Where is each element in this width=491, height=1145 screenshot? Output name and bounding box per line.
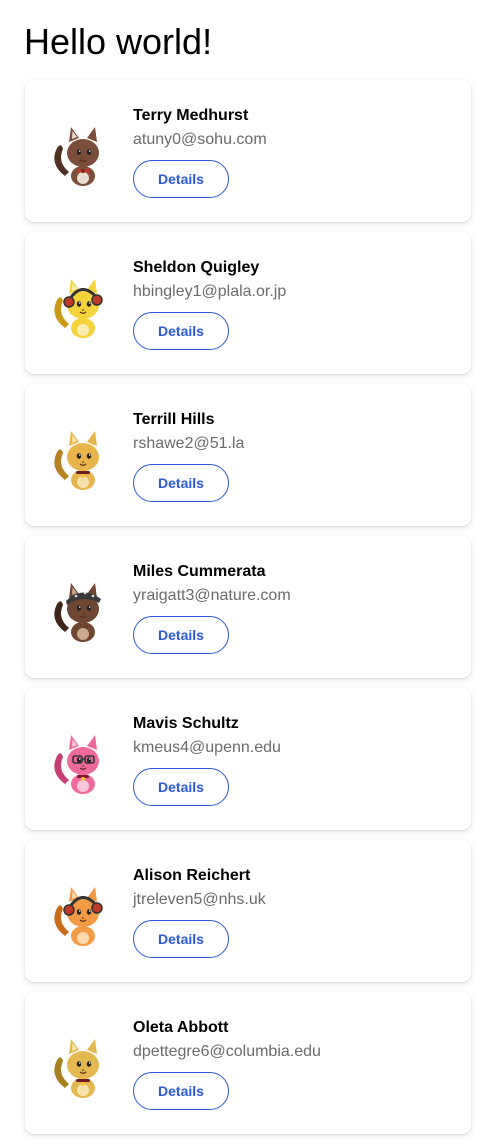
cat-avatar-icon [47, 574, 117, 644]
user-email: jtreleven5@nhs.uk [133, 891, 266, 908]
user-card-list: Terry Medhurst atuny0@sohu.com Details S… [25, 80, 471, 1144]
user-email: rshawe2@51.la [133, 435, 245, 452]
cat-avatar-icon [47, 878, 117, 948]
user-email: dpettegre6@columbia.edu [133, 1043, 321, 1060]
user-name: Oleta Abbott [133, 1019, 229, 1036]
user-card: Sheldon Quigley hbingley1@plala.or.jp De… [25, 232, 471, 374]
user-name: Terrill Hills [133, 411, 215, 428]
user-card: Alison Reichert jtreleven5@nhs.uk Detail… [25, 840, 471, 982]
details-button[interactable]: Details [133, 616, 229, 654]
user-card: Miles Cummerata yraigatt3@nature.com Det… [25, 536, 471, 678]
details-button[interactable]: Details [133, 1072, 229, 1110]
cat-avatar-icon [47, 118, 117, 188]
details-button[interactable]: Details [133, 768, 229, 806]
user-card: Terry Medhurst atuny0@sohu.com Details [25, 80, 471, 222]
user-card: Mavis Schultz kmeus4@upenn.edu Details [25, 688, 471, 830]
cat-avatar-icon [47, 1030, 117, 1100]
cat-avatar-icon [47, 726, 117, 796]
user-email: yraigatt3@nature.com [133, 587, 291, 604]
user-name: Sheldon Quigley [133, 259, 260, 276]
cat-avatar-icon [47, 422, 117, 492]
user-card: Oleta Abbott dpettegre6@columbia.edu Det… [25, 992, 471, 1134]
details-button[interactable]: Details [133, 312, 229, 350]
page-title: Hello world! [24, 21, 213, 62]
user-email: atuny0@sohu.com [133, 131, 267, 148]
user-name: Alison Reichert [133, 867, 251, 884]
user-email: kmeus4@upenn.edu [133, 739, 281, 756]
user-email: hbingley1@plala.or.jp [133, 283, 287, 300]
user-name: Mavis Schultz [133, 715, 239, 732]
user-card: Terrill Hills rshawe2@51.la Details [25, 384, 471, 526]
user-name: Miles Cummerata [133, 563, 266, 580]
details-button[interactable]: Details [133, 464, 229, 502]
user-name: Terry Medhurst [133, 107, 249, 124]
cat-avatar-icon [47, 270, 117, 340]
details-button[interactable]: Details [133, 160, 229, 198]
details-button[interactable]: Details [133, 920, 229, 958]
